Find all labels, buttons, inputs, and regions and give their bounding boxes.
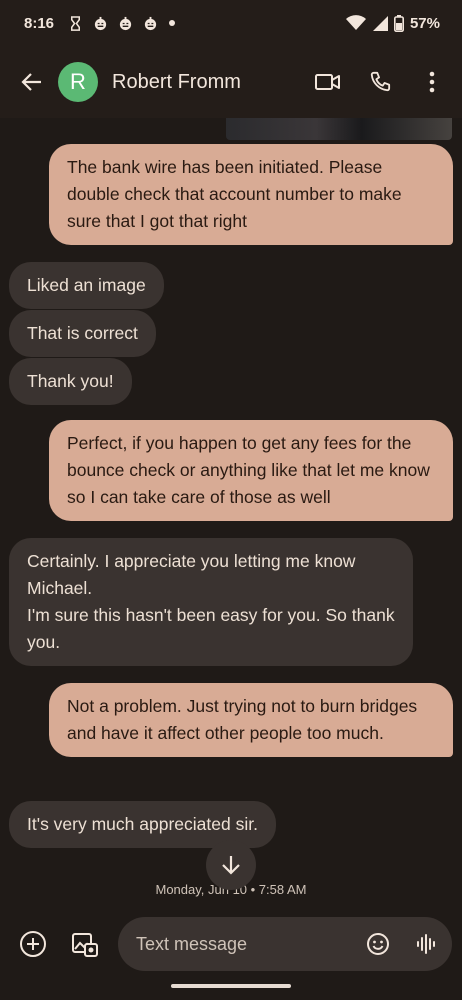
- status-right: 57%: [345, 14, 440, 32]
- notification-icons: [68, 15, 176, 31]
- battery-icon: [393, 14, 404, 32]
- scroll-to-bottom-button[interactable]: [206, 840, 256, 890]
- add-circle-icon: [20, 931, 46, 957]
- arrow-down-icon: [222, 856, 240, 875]
- home-indicator[interactable]: [171, 984, 291, 988]
- voice-call-button[interactable]: [366, 68, 394, 96]
- jack-o-lantern-icon: [119, 16, 132, 30]
- message-bubble-outgoing[interactable]: Perfect, if you happen to get any fees f…: [49, 420, 453, 521]
- contact-name[interactable]: Robert Fromm: [112, 71, 241, 94]
- status-time: 8:16: [24, 14, 55, 32]
- signal-icon: [372, 16, 388, 31]
- video-call-button[interactable]: [314, 68, 342, 96]
- message-bubble-outgoing[interactable]: Not a problem. Just trying not to burn b…: [49, 683, 453, 757]
- jack-o-lantern-icon: [94, 16, 107, 30]
- message-placeholder: Text message: [136, 933, 248, 954]
- avatar[interactable]: R: [58, 62, 98, 102]
- image-attachment[interactable]: [226, 118, 452, 140]
- phone-icon: [370, 71, 391, 92]
- message-bubble-incoming[interactable]: Thank you!: [9, 358, 132, 405]
- video-camera-icon: [315, 74, 340, 90]
- gallery-button[interactable]: [68, 927, 102, 961]
- message-list[interactable]: The bank wire has been initiated. Please…: [0, 118, 462, 908]
- emoji-icon[interactable]: [366, 932, 390, 956]
- message-input[interactable]: Text message: [118, 917, 452, 971]
- compose-bar: Text message: [0, 908, 462, 980]
- hourglass-icon: [71, 15, 81, 31]
- message-bubble-incoming[interactable]: Liked an image: [9, 262, 164, 309]
- back-button[interactable]: [16, 66, 48, 98]
- more-vert-icon: [429, 71, 435, 93]
- avatar-letter: R: [70, 69, 86, 94]
- message-bubble-incoming[interactable]: Certainly. I appreciate you letting me k…: [9, 538, 413, 666]
- image-icon: [72, 933, 98, 957]
- battery-percent: 57%: [409, 14, 440, 32]
- conversation-header: R Robert Fromm: [0, 46, 462, 118]
- wifi-icon: [345, 15, 366, 30]
- jack-o-lantern-icon: [144, 16, 157, 30]
- status-bar: 8:16 57%: [0, 0, 462, 46]
- message-bubble-outgoing[interactable]: The bank wire has been initiated. Please…: [49, 144, 453, 245]
- more-options-button[interactable]: [418, 68, 446, 96]
- message-bubble-incoming[interactable]: That is correct: [9, 310, 156, 357]
- arrow-back-icon: [21, 73, 41, 91]
- voice-input-icon[interactable]: [416, 933, 438, 955]
- add-attachment-button[interactable]: [16, 927, 50, 961]
- dot-icon: [169, 20, 176, 26]
